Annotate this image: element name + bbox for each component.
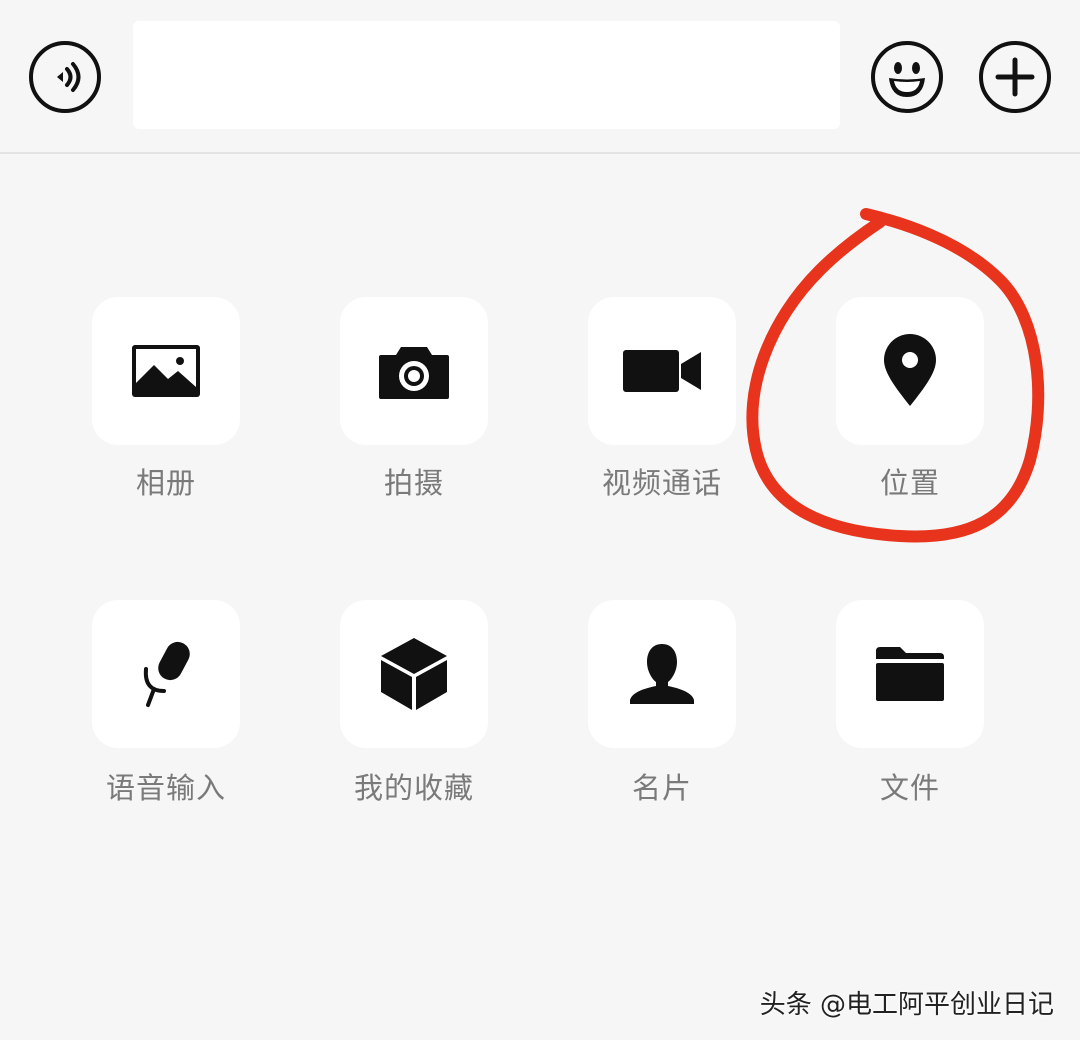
camera-icon — [379, 347, 449, 399]
watermark: 头条 @电工阿平创业日记 — [759, 990, 1054, 1020]
voice-input-button[interactable] — [92, 600, 240, 748]
plus-icon — [995, 57, 1035, 97]
voice-input-label: 语音输入 — [105, 771, 226, 805]
favorites-button[interactable] — [340, 600, 488, 748]
microphone-icon — [143, 641, 190, 707]
red-circle-annotation — [746, 208, 1045, 543]
photo-icon — [132, 345, 200, 397]
chat-input-bar — [0, 0, 1080, 154]
location-button[interactable] — [836, 297, 984, 445]
file-label: 文件 — [879, 771, 940, 805]
contact-card-label: 名片 — [631, 771, 692, 805]
favorites-box-icon — [381, 638, 447, 710]
album-button[interactable] — [92, 297, 240, 445]
folder-icon — [876, 647, 944, 701]
album-label: 相册 — [135, 466, 196, 500]
contact-card-icon — [630, 644, 694, 704]
location-label: 位置 — [879, 466, 940, 500]
camera-label: 拍摄 — [383, 466, 444, 500]
emoji-icon — [889, 62, 925, 97]
file-button[interactable] — [836, 600, 984, 748]
location-icon — [884, 334, 936, 406]
camera-button[interactable] — [340, 297, 488, 445]
video-call-icon — [623, 350, 701, 392]
favorites-label: 我的收藏 — [353, 771, 474, 805]
contact-card-button[interactable] — [588, 600, 736, 748]
message-input[interactable] — [133, 21, 840, 129]
emoji-button[interactable] — [871, 41, 943, 113]
more-functions-button[interactable] — [979, 41, 1051, 113]
video-call-button[interactable] — [588, 297, 736, 445]
video-call-label: 视频通话 — [601, 466, 722, 500]
voice-button[interactable] — [29, 41, 101, 113]
voice-icon — [57, 62, 81, 92]
